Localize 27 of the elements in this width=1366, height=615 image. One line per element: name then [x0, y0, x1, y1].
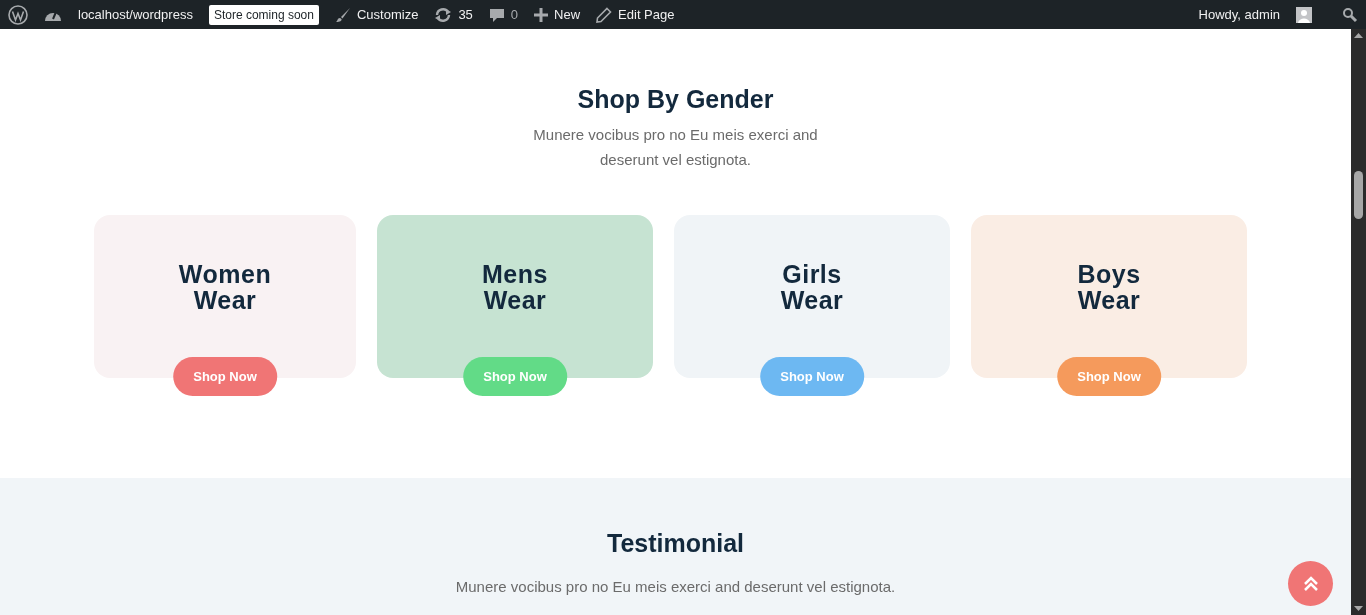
speech-bubble-icon [488, 6, 505, 23]
store-status-badge[interactable]: Store coming soon [208, 4, 319, 25]
section-title: Shop By Gender [576, 84, 775, 114]
section-title: Testimonial [605, 528, 746, 558]
wordpress-logo-icon[interactable] [8, 4, 28, 25]
scrollbar-thumb[interactable] [1354, 171, 1363, 219]
edit-page-link[interactable]: Edit Page [596, 4, 675, 25]
category-title: Mens Wear [482, 260, 548, 313]
avatar-icon[interactable] [1296, 6, 1312, 23]
scroll-up-arrow-icon[interactable] [1351, 31, 1366, 41]
comments-link[interactable]: 0 [488, 4, 519, 25]
scroll-down-arrow-icon[interactable] [1351, 603, 1366, 613]
category-title: Girls Wear [780, 260, 844, 313]
category-title: Women Wear [178, 260, 272, 313]
scrollbar[interactable] [1351, 29, 1366, 615]
site-link[interactable]: localhost/wordpress [78, 4, 193, 25]
user-greeting[interactable]: Howdy, admin [1198, 4, 1280, 25]
refresh-icon [434, 6, 453, 23]
updates-link[interactable]: 35 [434, 4, 473, 25]
section-subtitle: Munere vocibus pro no Eu meis exerci and deserunt vel estignota. [455, 577, 896, 597]
plus-icon [534, 7, 549, 22]
search-icon[interactable] [1342, 6, 1358, 23]
pencil-icon [596, 6, 613, 23]
section-subtitle: Munere vocibus pro no Eu meis exerci and deserunt vel estignota. [532, 125, 819, 170]
new-link[interactable]: New [534, 4, 581, 25]
category-title: Boys Wear [1077, 260, 1141, 313]
customize-link[interactable]: Customize [334, 4, 419, 25]
